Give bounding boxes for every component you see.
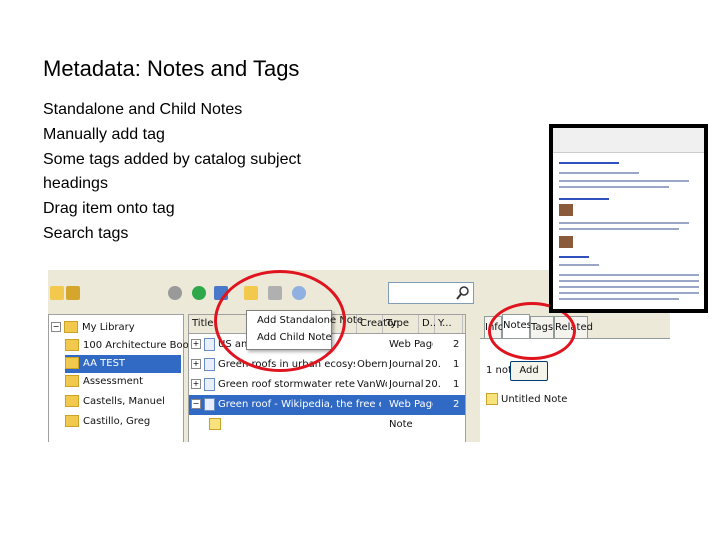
bullet-list: Standalone and Child Notes Manually add … (43, 98, 353, 247)
collapse-icon[interactable]: − (51, 322, 61, 332)
table-row[interactable]: − Green roof - Wikipedia, the free encycl… (189, 395, 465, 415)
item-count: 2 (453, 339, 460, 350)
item-title: Green roof - Wikipedia, the free encyclo… (218, 399, 381, 410)
bullet-item: Standalone and Child Notes (43, 101, 243, 118)
folder-icon (65, 339, 79, 351)
search-icon (456, 286, 469, 300)
collection-item[interactable]: Assessment (65, 373, 143, 391)
collection-my-library[interactable]: − My Library (51, 319, 135, 337)
item-count: 2 (453, 399, 460, 410)
note-list-item[interactable]: Untitled Note (486, 393, 567, 405)
item-date: 20.. (425, 379, 441, 390)
note-icon (486, 393, 498, 405)
collection-item[interactable]: AA TEST (65, 355, 181, 373)
item-type: Web Page (389, 339, 433, 350)
folder-icon (65, 395, 79, 407)
item-creator: VanWo... (357, 379, 387, 390)
item-date: 20.. (425, 359, 441, 370)
web-page-icon (204, 337, 215, 351)
collection-item[interactable]: Castillo, Greg (65, 413, 150, 431)
slide-title: Metadata: Notes and Tags (43, 56, 300, 81)
note-icon (209, 418, 221, 430)
item-creator: Oberndo... (357, 359, 387, 370)
bullet-item: Drag item onto tag (43, 200, 175, 218)
journal-article-icon (204, 377, 215, 391)
table-row[interactable]: Note (189, 415, 465, 435)
item-type: Journal Arti... (389, 379, 423, 390)
folder-icon (65, 357, 79, 369)
bullet-item: Manually add tag (43, 125, 165, 143)
journal-article-icon (204, 357, 215, 371)
item-title: Green roof stormwater retention: Effects… (218, 379, 355, 390)
web-page-icon (204, 397, 215, 411)
collection-item[interactable]: Castells, Manuel (65, 393, 165, 411)
item-type: Note (389, 419, 413, 430)
table-row[interactable]: + Green roof stormwater retention: Effect… (189, 375, 465, 395)
column-year[interactable]: Y... (435, 315, 463, 333)
folder-icon (65, 375, 79, 387)
highlight-circle (214, 270, 346, 372)
editor-toolbar (553, 128, 704, 153)
collections-pane: − My Library 100 Architecture Books AA TE… (48, 314, 200, 442)
column-date[interactable]: D.. (419, 315, 436, 333)
item-count: 1 (453, 359, 460, 370)
add-note-button[interactable]: Add (510, 361, 548, 381)
search-input[interactable] (388, 282, 474, 304)
library-icon[interactable] (66, 286, 80, 300)
column-type[interactable]: Type (383, 315, 419, 333)
table-row[interactable]: +Green roofs in urban ecosystems: ecolog… (189, 355, 465, 375)
folder-icon (64, 321, 78, 333)
collection-item[interactable]: 100 Architecture Books (65, 337, 200, 355)
note-editor-thumbnail (549, 124, 708, 313)
new-collection-icon[interactable] (50, 286, 64, 300)
folder-icon (65, 415, 79, 427)
item-type: Web Page (389, 399, 433, 410)
new-item-icon[interactable] (192, 286, 206, 300)
expand-icon[interactable]: + (191, 359, 201, 369)
bullet-item: Some tags added by catalog subject headi… (43, 150, 301, 193)
bullet-item: Search tags (43, 224, 129, 242)
item-count: 1 (453, 379, 460, 390)
expand-icon[interactable]: + (191, 379, 201, 389)
expand-icon[interactable]: + (191, 339, 201, 349)
collapse-icon[interactable]: − (191, 399, 201, 409)
item-type: Journal Arti... (389, 359, 423, 370)
actions-gear-icon[interactable] (168, 286, 182, 300)
